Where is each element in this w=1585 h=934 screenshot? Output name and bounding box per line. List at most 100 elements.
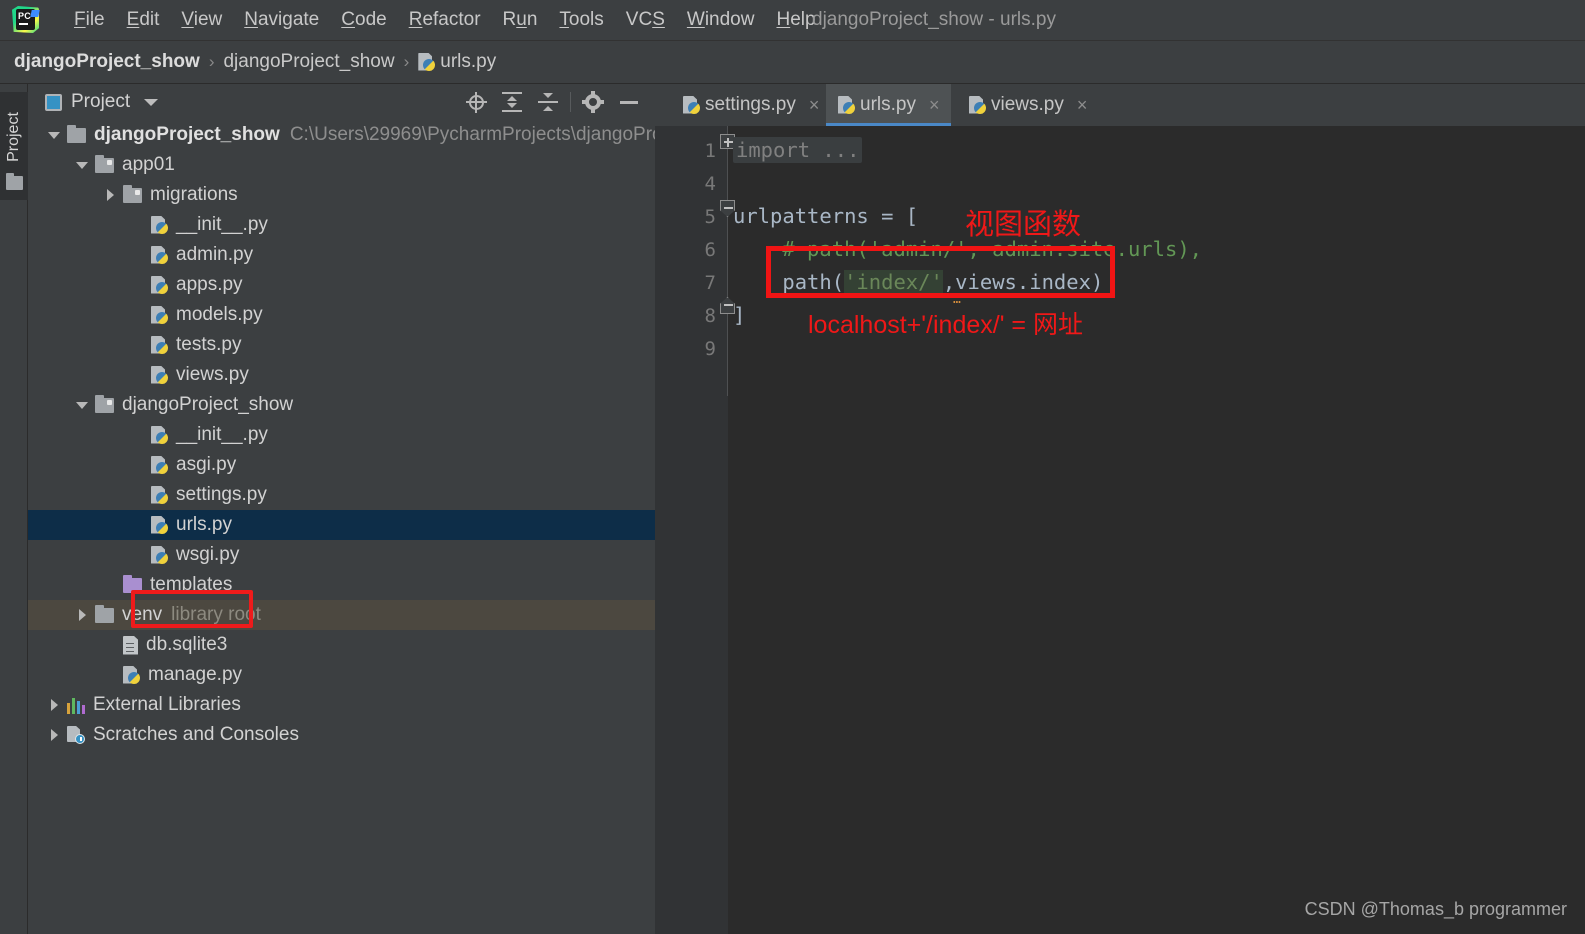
left-tool-strip: Project (0, 84, 28, 934)
menu-file[interactable]: File (63, 7, 116, 33)
menu-edit[interactable]: Edit (116, 7, 171, 33)
tree-row-label: models.py (176, 304, 263, 325)
menu-view[interactable]: View (170, 7, 233, 33)
collapse-all-button[interactable] (530, 84, 566, 120)
scratches-icon (67, 726, 85, 744)
tree-row-label: Scratches and Consoles (93, 724, 299, 745)
python-file-icon (151, 245, 168, 265)
folder-icon (95, 604, 114, 623)
menu-vcs[interactable]: VCS (615, 7, 676, 33)
code-line-6: # path('admin/', admin.site.urls), (733, 237, 1202, 261)
breadcrumb-item-0[interactable]: djangoProject_show (14, 51, 200, 73)
editor-tab-urls-py[interactable]: urls.py × (826, 84, 952, 126)
tree-row-wsgi-py[interactable]: wsgi.py (28, 540, 655, 570)
menu-bar: PC File Edit View Navigate Code Refactor… (0, 0, 1585, 41)
chevron-down-icon[interactable] (144, 98, 159, 106)
hide-panel-button[interactable] (611, 84, 647, 120)
tree-row--init-py[interactable]: __init__.py (28, 210, 655, 240)
close-icon[interactable]: × (929, 95, 940, 116)
folder-icon (6, 173, 23, 190)
expand-all-button[interactable] (494, 84, 530, 120)
tree-row-external-libraries[interactable]: External Libraries (28, 690, 655, 720)
chevron-down-icon[interactable] (76, 399, 89, 412)
gear-icon (582, 91, 604, 113)
code-token-path: path( (782, 270, 845, 294)
editor-area: settings.py × urls.py × views.py × 1 4 5… (655, 84, 1585, 934)
chevron-right-icon[interactable] (48, 698, 61, 712)
line-number: 5 (704, 206, 716, 228)
collapse-all-icon (538, 92, 558, 112)
breadcrumb-item-2[interactable]: urls.py (440, 51, 496, 73)
pycharm-window: PC File Edit View Navigate Code Refactor… (0, 0, 1585, 934)
chevron-down-icon[interactable] (76, 159, 89, 172)
code-line-1: import ... (733, 137, 863, 163)
tree-row-detail: C:\Users\29969\PycharmProjects\djangoPro (289, 124, 655, 145)
tree-row-scratches-and-consoles[interactable]: Scratches and Consoles (28, 720, 655, 750)
chevron-down-icon[interactable] (48, 129, 61, 142)
tool-window-button-project[interactable]: Project (0, 92, 28, 200)
line-number: 7 (704, 272, 716, 294)
tree-row-templates[interactable]: templates (28, 570, 655, 600)
python-file-icon (969, 95, 986, 115)
tree-row-label: db.sqlite3 (146, 634, 228, 655)
folded-import-region[interactable]: import ... (733, 137, 863, 163)
menu-refactor[interactable]: Refactor (398, 7, 492, 33)
tree-row-manage-py[interactable]: manage.py (28, 660, 655, 690)
editor-vertical-scrollbar[interactable] (1572, 126, 1585, 934)
tree-row-views-py[interactable]: views.py (28, 360, 655, 390)
breadcrumb-item-1[interactable]: djangoProject_show (223, 51, 394, 73)
tree-row-tests-py[interactable]: tests.py (28, 330, 655, 360)
tree-row-models-py[interactable]: models.py (28, 300, 655, 330)
menu-navigate[interactable]: Navigate (233, 7, 330, 33)
project-panel: Project djangoProject_show C:\Users\2996… (28, 84, 655, 934)
tree-row-djangoproject-show[interactable]: djangoProject_show (28, 390, 655, 420)
source-folder-icon (95, 154, 114, 173)
editor-gutter[interactable]: 1 4 5 6 7 8 9 (655, 126, 728, 934)
project-tree[interactable]: djangoProject_show C:\Users\29969\Pycharm… (28, 120, 655, 934)
menu-run[interactable]: Run (492, 7, 549, 33)
menu-code[interactable]: Code (330, 7, 397, 33)
python-file-icon (683, 95, 700, 115)
tree-row-asgi-py[interactable]: asgi.py (28, 450, 655, 480)
tree-row-label: External Libraries (93, 694, 241, 715)
tree-row-label: urls.py (176, 514, 232, 535)
chevron-right-icon[interactable] (48, 728, 61, 742)
tool-window-label-project: Project (5, 112, 22, 162)
tree-row-apps-py[interactable]: apps.py (28, 270, 655, 300)
locate-button[interactable] (458, 84, 494, 120)
python-file-icon (151, 515, 168, 535)
menu-window[interactable]: Window (676, 7, 766, 33)
close-icon[interactable]: × (809, 95, 820, 116)
editor-tab-settings-py[interactable]: settings.py × (671, 84, 831, 126)
code-line-8: ] (733, 303, 746, 327)
tree-row-settings-py[interactable]: settings.py (28, 480, 655, 510)
inspection-squiggle: … (953, 292, 961, 307)
settings-button[interactable] (575, 84, 611, 120)
tree-row-db-sqlite3[interactable]: db.sqlite3 (28, 630, 655, 660)
chevron-right-icon[interactable] (76, 608, 89, 622)
tree-row-admin-py[interactable]: admin.py (28, 240, 655, 270)
code-content[interactable]: import ... urlpatterns = [ # path('admin… (728, 126, 1585, 934)
tree-row-venv[interactable]: venv library root (28, 600, 655, 630)
tree-row-label: app01 (122, 154, 175, 175)
close-icon[interactable]: × (1077, 95, 1088, 116)
tree-row-app01[interactable]: app01 (28, 150, 655, 180)
editor-tab-label: urls.py (860, 94, 916, 115)
chevron-right-icon[interactable] (104, 188, 117, 202)
tree-row-label: __init__.py (176, 214, 268, 235)
tree-row-migrations[interactable]: migrations (28, 180, 655, 210)
tree-row--init-py[interactable]: __init__.py (28, 420, 655, 450)
line-number: 1 (704, 140, 716, 162)
editor-tab-views-py[interactable]: views.py × (957, 84, 1099, 126)
menu-tools[interactable]: Tools (548, 7, 614, 33)
tree-row-label: templates (150, 574, 233, 595)
tree-row-djangoproject-show[interactable]: djangoProject_show C:\Users\29969\Pycharm… (28, 120, 655, 150)
tree-row-urls-py[interactable]: urls.py (28, 510, 655, 540)
